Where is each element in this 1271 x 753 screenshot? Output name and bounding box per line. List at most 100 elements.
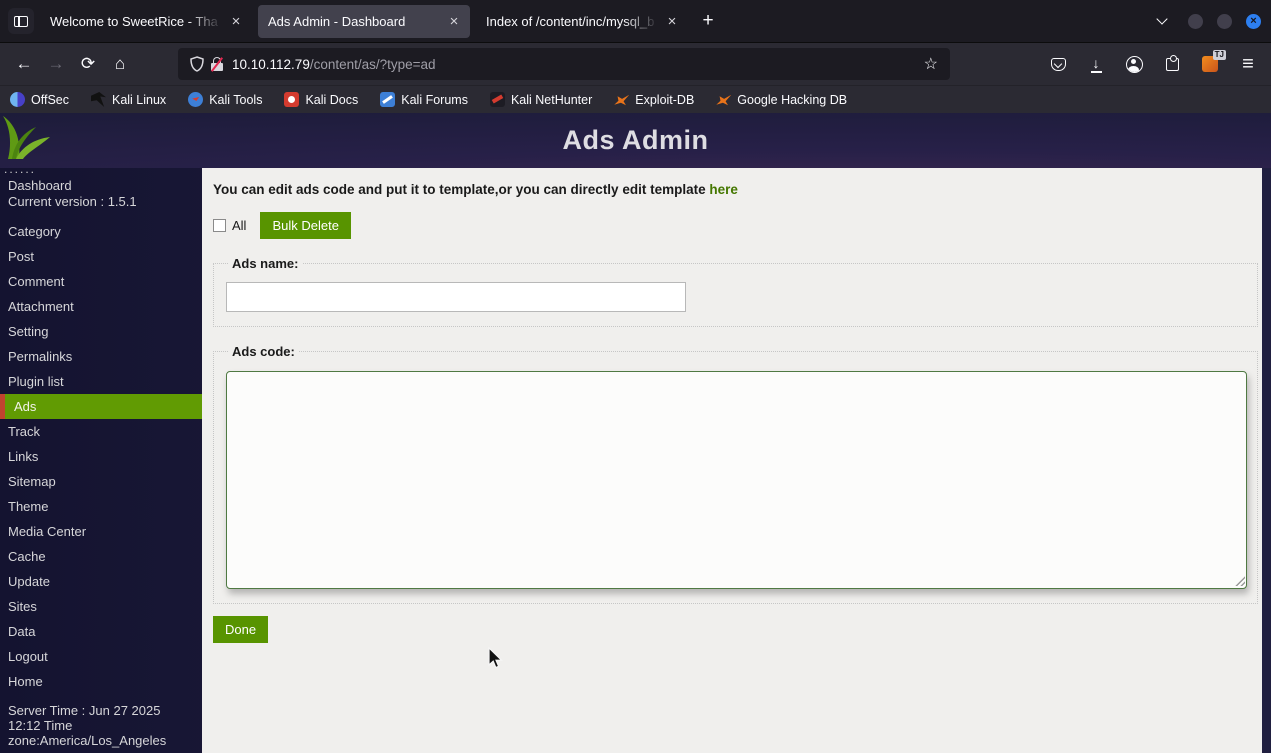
account-icon bbox=[1125, 55, 1143, 73]
pocket-button[interactable] bbox=[1043, 49, 1073, 79]
toolbar-right-icons: ↓ TJ ≡ bbox=[1043, 49, 1263, 79]
bookmarks-bar: OffSec Kali Linux Kali Tools Kali Docs K… bbox=[0, 86, 1271, 113]
reload-button[interactable]: ⟳ bbox=[72, 49, 104, 79]
tab-title: Ads Admin - Dashboard bbox=[268, 13, 406, 29]
sidebar-item-plugin-list[interactable]: Plugin list bbox=[0, 369, 202, 394]
back-button[interactable]: ← bbox=[8, 49, 40, 79]
ads-code-legend: Ads code: bbox=[232, 344, 295, 359]
google-hacking-db-icon bbox=[716, 94, 732, 106]
minimize-button[interactable] bbox=[1188, 13, 1203, 29]
tab-bar: Welcome to SweetRice - Tha × Ads Admin -… bbox=[0, 0, 1271, 43]
page-header-band: Ads Admin bbox=[0, 113, 1271, 168]
tab-welcome-sweetrice[interactable]: Welcome to SweetRice - Tha × bbox=[40, 5, 252, 38]
kali-nethunter-icon bbox=[489, 92, 505, 107]
kali-linux-icon bbox=[90, 92, 106, 107]
sweetrice-logo-icon bbox=[3, 116, 50, 159]
kali-tools-icon bbox=[188, 92, 204, 107]
bookmark-kali-tools[interactable]: Kali Tools bbox=[188, 92, 262, 107]
insecure-lock-icon[interactable] bbox=[210, 56, 224, 72]
ads-code-textarea[interactable] bbox=[226, 371, 1247, 589]
done-button[interactable]: Done bbox=[213, 616, 269, 643]
url-text[interactable]: 10.10.112.79/content/as/?type=ad bbox=[232, 57, 920, 72]
sidebar-version-text: Current version : 1.5.1 bbox=[8, 194, 137, 209]
page-content: Ads Admin ...... Dashboard Current versi… bbox=[0, 113, 1271, 753]
home-button[interactable]: ⌂ bbox=[104, 49, 136, 79]
tab-index-of-content[interactable]: Index of /content/inc/mysql_b × bbox=[476, 5, 688, 38]
close-window-button[interactable]: × bbox=[1246, 13, 1261, 29]
sidebar-item-links[interactable]: Links bbox=[0, 444, 202, 469]
bookmark-google-hacking-db[interactable]: Google Hacking DB bbox=[716, 92, 847, 107]
sidebar-item-setting[interactable]: Setting bbox=[0, 319, 202, 344]
foxyproxy-extension-button[interactable]: TJ bbox=[1195, 49, 1226, 79]
sidebar-item-cache[interactable]: Cache bbox=[0, 544, 202, 569]
bookmark-offsec[interactable]: OffSec bbox=[10, 92, 69, 107]
sidebar-item-category[interactable]: Category bbox=[0, 219, 202, 244]
sweetrice-logo[interactable]: ...... bbox=[2, 115, 72, 176]
kali-docs-icon bbox=[284, 92, 300, 107]
puzzle-icon bbox=[1165, 54, 1179, 71]
account-button[interactable] bbox=[1119, 49, 1149, 79]
extensions-button[interactable] bbox=[1157, 49, 1187, 79]
page-title: Ads Admin bbox=[562, 125, 709, 155]
sidebar-item-sites[interactable]: Sites bbox=[0, 594, 202, 619]
sidebar-item-theme[interactable]: Theme bbox=[0, 494, 202, 519]
sidebar-nav: Category Post Comment Attachment Setting… bbox=[0, 219, 202, 694]
sidebar-item-logout[interactable]: Logout bbox=[0, 644, 202, 669]
main-panel: You can edit ads code and put it to temp… bbox=[202, 168, 1262, 753]
sidebar-item-post[interactable]: Post bbox=[0, 244, 202, 269]
new-tab-button[interactable]: + bbox=[694, 7, 722, 35]
sidebar-item-dashboard[interactable]: Dashboard bbox=[8, 178, 194, 193]
select-all-checkbox[interactable] bbox=[213, 219, 226, 232]
close-tab-icon[interactable]: × bbox=[662, 11, 682, 31]
tab-ads-admin[interactable]: Ads Admin - Dashboard × bbox=[258, 4, 470, 38]
sidebar: Dashboard Current version : 1.5.1 Catego… bbox=[0, 168, 202, 753]
sidebar-item-permalinks[interactable]: Permalinks bbox=[0, 344, 202, 369]
sidebar-item-data[interactable]: Data bbox=[0, 619, 202, 644]
bulk-delete-button[interactable]: Bulk Delete bbox=[260, 212, 351, 239]
shield-icon[interactable] bbox=[190, 56, 204, 72]
sidebar-item-ads[interactable]: Ads bbox=[0, 394, 202, 419]
firefox-view-button[interactable] bbox=[8, 8, 34, 34]
url-bar[interactable]: 10.10.112.79/content/as/?type=ad ☆ bbox=[178, 48, 950, 80]
offsec-icon bbox=[10, 92, 25, 107]
tab-title: Index of /content/inc/mysql_b bbox=[486, 13, 655, 29]
sidebar-item-attachment[interactable]: Attachment bbox=[0, 294, 202, 319]
download-icon: ↓ bbox=[1090, 54, 1102, 73]
sidebar-item-home[interactable]: Home bbox=[0, 669, 202, 694]
sidebar-item-media-center[interactable]: Media Center bbox=[0, 519, 202, 544]
firefox-view-icon bbox=[14, 15, 28, 27]
bookmark-kali-nethunter[interactable]: Kali NetHunter bbox=[489, 92, 592, 107]
app-menu-button[interactable]: ≡ bbox=[1233, 49, 1263, 79]
list-all-tabs-button[interactable] bbox=[1150, 9, 1174, 33]
url-path: /content/as/?type=ad bbox=[309, 56, 436, 72]
downloads-button[interactable]: ↓ bbox=[1081, 49, 1111, 79]
bookmark-star-icon[interactable]: ☆ bbox=[920, 54, 942, 74]
select-all-label: All bbox=[232, 218, 247, 233]
bookmark-kali-forums[interactable]: Kali Forums bbox=[380, 92, 468, 107]
close-tab-icon[interactable]: × bbox=[444, 11, 464, 31]
url-host: 10.10.112.79 bbox=[232, 56, 310, 72]
navigation-toolbar: ← → ⟳ ⌂ 10.10.112.79/content/as/?type=ad… bbox=[0, 43, 1271, 86]
extension-badge: TJ bbox=[1212, 50, 1226, 60]
chevron-down-icon bbox=[1156, 13, 1168, 25]
edit-template-here-link[interactable]: here bbox=[709, 182, 738, 197]
close-tab-icon[interactable]: × bbox=[226, 11, 246, 31]
bookmark-kali-linux[interactable]: Kali Linux bbox=[90, 92, 166, 107]
sidebar-item-comment[interactable]: Comment bbox=[0, 269, 202, 294]
sidebar-item-update[interactable]: Update bbox=[0, 569, 202, 594]
forward-button[interactable]: → bbox=[40, 49, 72, 79]
sidebar-item-track[interactable]: Track bbox=[0, 419, 202, 444]
sidebar-item-sitemap[interactable]: Sitemap bbox=[0, 469, 202, 494]
kali-forums-icon bbox=[380, 92, 396, 107]
bulk-actions-row: All Bulk Delete bbox=[213, 212, 1258, 239]
server-time-text: Server Time : Jun 27 2025 12:12 Time zon… bbox=[8, 703, 167, 748]
ads-name-legend: Ads name: bbox=[232, 256, 299, 271]
exploit-db-icon bbox=[614, 94, 630, 106]
maximize-button[interactable] bbox=[1217, 13, 1232, 29]
window-controls: × bbox=[1188, 13, 1261, 29]
tab-title: Welcome to SweetRice - Tha bbox=[50, 13, 218, 29]
bookmark-kali-docs[interactable]: Kali Docs bbox=[284, 92, 358, 107]
intro-text: You can edit ads code and put it to temp… bbox=[213, 182, 738, 197]
ads-name-input[interactable] bbox=[226, 282, 686, 312]
bookmark-exploit-db[interactable]: Exploit-DB bbox=[614, 92, 694, 107]
